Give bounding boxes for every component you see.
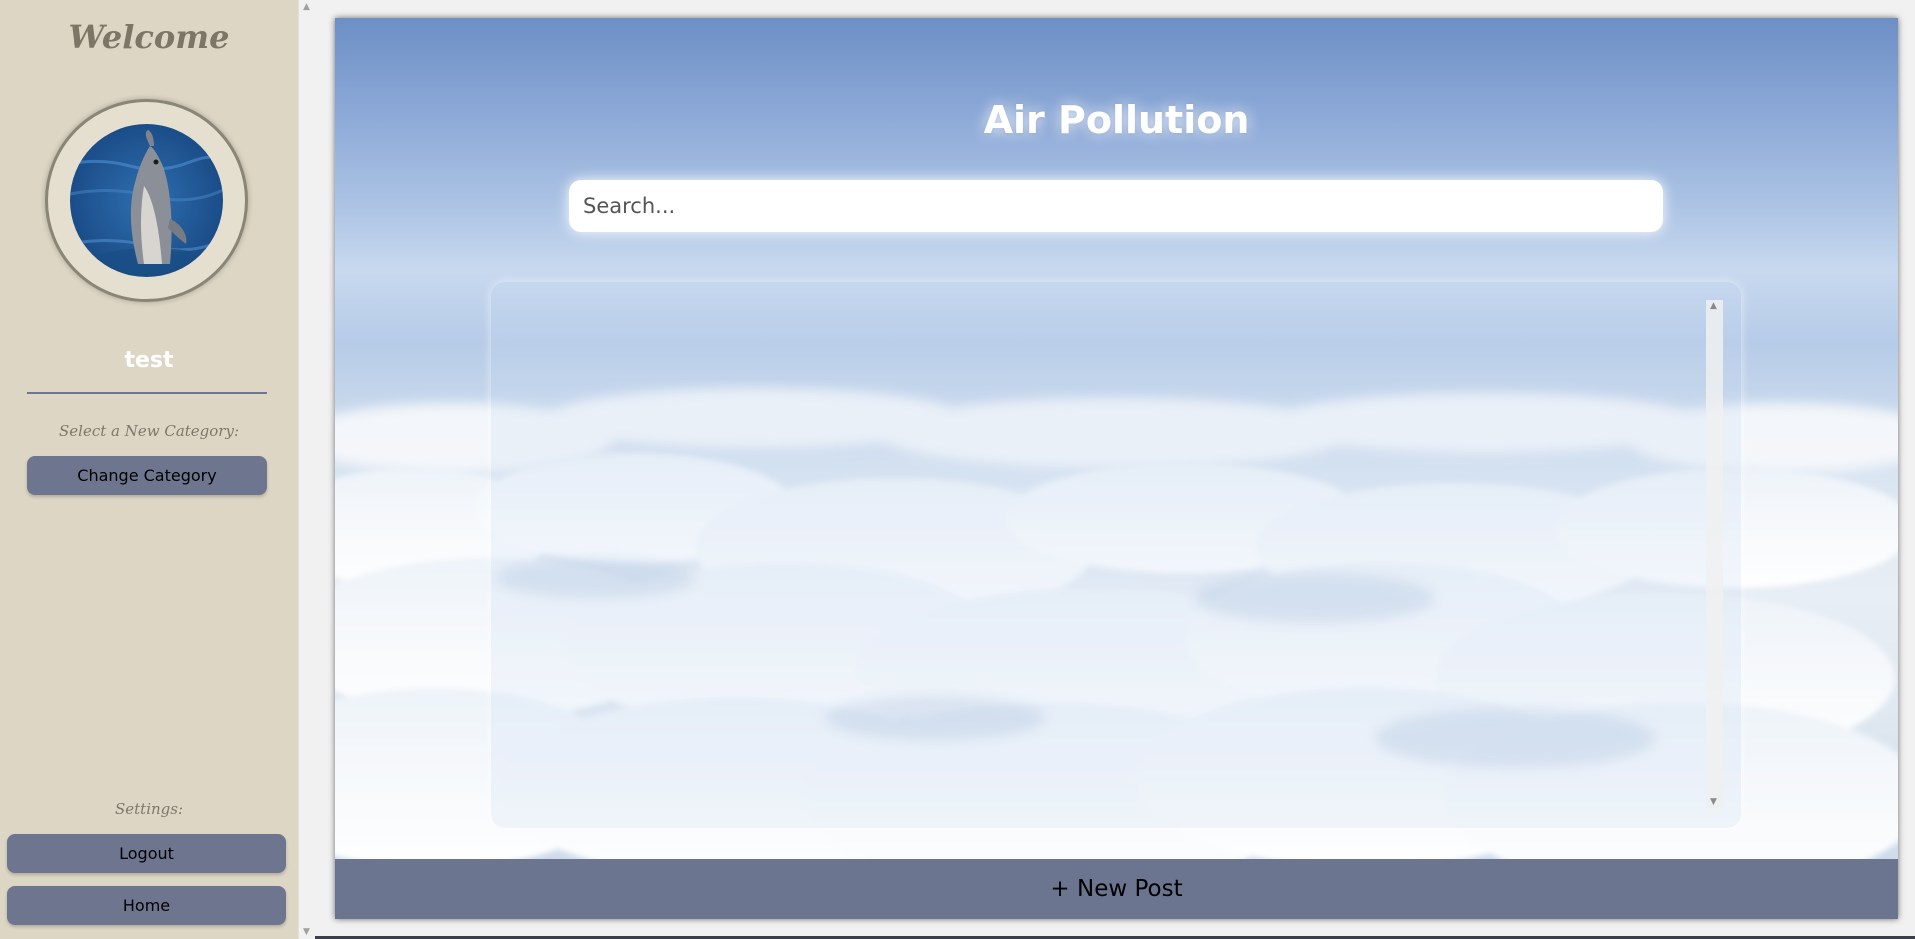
- scroll-up-arrow-icon[interactable]: ▲: [1710, 301, 1717, 311]
- scroll-down-arrow-icon[interactable]: ▼: [1710, 797, 1717, 807]
- new-post-button[interactable]: + New Post: [335, 859, 1898, 919]
- divider: [27, 392, 267, 394]
- avatar: [70, 124, 223, 277]
- avatar-frame: [45, 99, 248, 302]
- posts-container: ▲ ▼: [491, 282, 1741, 828]
- main-panel: Air Pollution ▲ ▼ + New Post: [335, 18, 1898, 919]
- page-title: Air Pollution: [983, 98, 1250, 142]
- scroll-down-arrow-icon[interactable]: ▼: [303, 927, 310, 937]
- sidebar-scrollbar[interactable]: ▲ ▼: [298, 0, 316, 939]
- username: test: [124, 348, 174, 373]
- dolphin-avatar-icon: [70, 124, 223, 277]
- welcome-heading: Welcome: [68, 18, 230, 56]
- category-label: Select a New Category:: [59, 422, 239, 440]
- settings-label: Settings:: [114, 800, 184, 818]
- home-button[interactable]: Home: [7, 886, 286, 925]
- logout-button[interactable]: Logout: [7, 834, 286, 873]
- scroll-up-arrow-icon[interactable]: ▲: [303, 2, 310, 12]
- search-input[interactable]: [569, 180, 1663, 232]
- sidebar: Welcome test Select a New Category: Chan…: [0, 0, 298, 939]
- posts-scrollbar[interactable]: ▲ ▼: [1706, 300, 1723, 808]
- change-category-button[interactable]: Change Category: [27, 456, 267, 495]
